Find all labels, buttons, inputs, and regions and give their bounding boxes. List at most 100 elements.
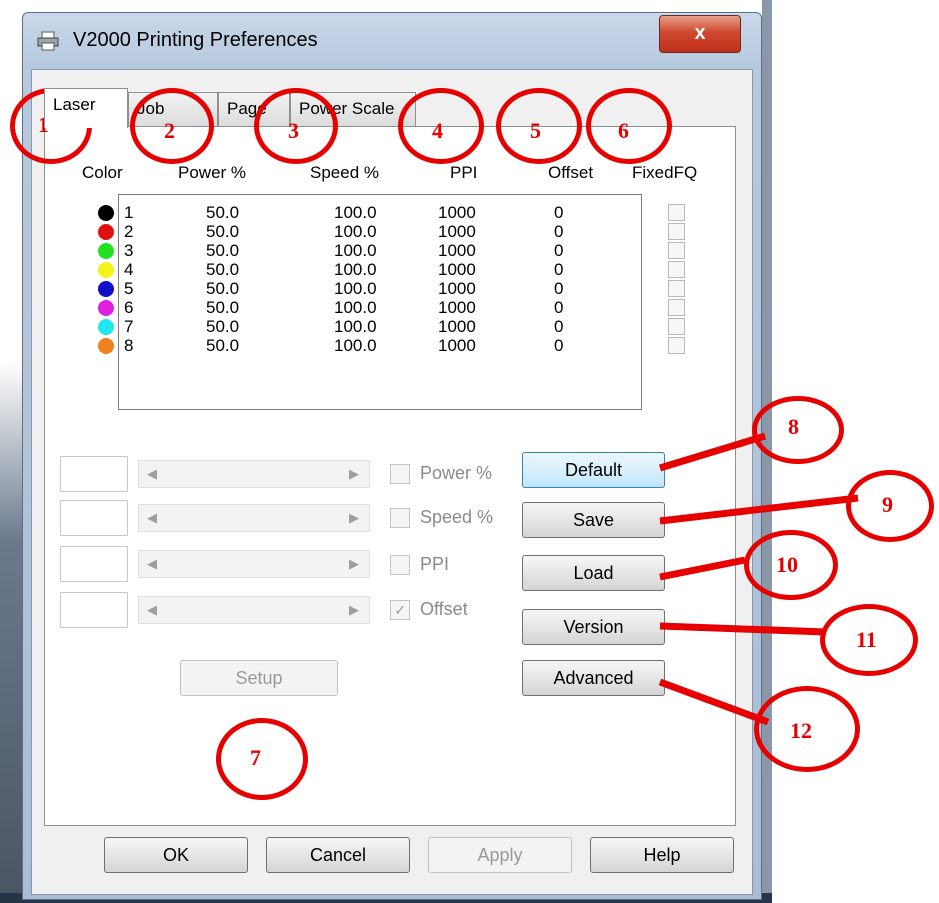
- table-row[interactable]: 2 50.0 100.0 1000 0: [0, 222, 700, 241]
- slider-right-arrow-icon[interactable]: ▶: [349, 602, 359, 618]
- close-button[interactable]: x: [659, 15, 741, 53]
- ppi-checkbox-label: PPI: [420, 554, 450, 574]
- row-offset: 0: [554, 260, 564, 279]
- help-button[interactable]: Help: [590, 837, 734, 873]
- slider-left-arrow-icon[interactable]: ◀: [147, 556, 157, 572]
- speed-checkbox-label: Speed %: [420, 507, 494, 527]
- row-power: 50.0: [206, 203, 240, 222]
- table-row[interactable]: 5 50.0 100.0 1000 0: [0, 279, 700, 298]
- fixedfq-checkbox[interactable]: [668, 337, 685, 354]
- row-number: 3: [124, 241, 134, 260]
- offset-value-field[interactable]: [60, 592, 128, 628]
- load-button[interactable]: Load: [522, 555, 665, 591]
- annotation-number-7: 7: [250, 745, 261, 770]
- annotation-number-8: 8: [788, 414, 799, 439]
- row-offset: 0: [554, 317, 564, 336]
- row-offset: 0: [554, 222, 564, 241]
- version-button[interactable]: Version: [522, 609, 665, 645]
- annotation-number-10: 10: [776, 552, 798, 577]
- apply-button[interactable]: Apply: [428, 837, 572, 873]
- row-offset: 0: [554, 203, 564, 222]
- row-ppi: 1000: [438, 260, 476, 279]
- speed-slider[interactable]: ◀ ▶: [138, 504, 370, 532]
- row-power: 50.0: [206, 336, 240, 355]
- row-ppi: 1000: [438, 203, 476, 222]
- power-value-field[interactable]: [60, 456, 128, 492]
- ppi-value-field[interactable]: [60, 546, 128, 582]
- row-number: 7: [124, 317, 134, 336]
- row-offset: 0: [554, 336, 564, 355]
- table-row[interactable]: 1 50.0 100.0 1000 0: [0, 203, 700, 222]
- ok-button[interactable]: OK: [104, 837, 248, 873]
- table-row[interactable]: 4 50.0 100.0 1000 0: [0, 260, 700, 279]
- slider-left-arrow-icon[interactable]: ◀: [147, 602, 157, 618]
- row-ppi: 1000: [438, 279, 476, 298]
- row-speed: 100.0: [334, 336, 377, 355]
- cancel-button[interactable]: Cancel: [266, 837, 410, 873]
- row-speed: 100.0: [334, 298, 377, 317]
- power-checkbox-label: Power %: [420, 463, 493, 483]
- row-speed: 100.0: [334, 279, 377, 298]
- header-color: Color: [82, 163, 123, 182]
- row-offset: 0: [554, 298, 564, 317]
- fixedfq-checkbox[interactable]: [668, 299, 685, 316]
- row-ppi: 1000: [438, 336, 476, 355]
- header-fixedfq: FixedFQ: [632, 163, 698, 182]
- speed-checkbox[interactable]: [390, 508, 410, 528]
- annotation-circle-7: [216, 718, 308, 800]
- row-power: 50.0: [206, 279, 240, 298]
- row-number: 8: [124, 336, 134, 355]
- row-speed: 100.0: [334, 203, 377, 222]
- fixedfq-checkbox[interactable]: [668, 242, 685, 259]
- annotation-number-3: 3: [288, 118, 299, 143]
- row-ppi: 1000: [438, 222, 476, 241]
- table-row[interactable]: 7 50.0 100.0 1000 0: [0, 317, 700, 336]
- row-power: 50.0: [206, 260, 240, 279]
- row-number: 1: [124, 203, 134, 222]
- row-power: 50.0: [206, 222, 240, 241]
- row-offset: 0: [554, 241, 564, 260]
- default-button[interactable]: Default: [522, 452, 665, 488]
- offset-slider[interactable]: ◀ ▶: [138, 596, 370, 624]
- row-ppi: 1000: [438, 298, 476, 317]
- row-number: 6: [124, 298, 134, 317]
- fixedfq-checkbox[interactable]: [668, 280, 685, 297]
- fixedfq-checkbox[interactable]: [668, 261, 685, 278]
- table-row[interactable]: 8 50.0 100.0 1000 0: [0, 336, 700, 355]
- table-row[interactable]: 3 50.0 100.0 1000 0: [0, 241, 700, 260]
- annotation-number-2: 2: [164, 118, 175, 143]
- fixedfq-checkbox[interactable]: [668, 204, 685, 221]
- setup-button[interactable]: Setup: [180, 660, 338, 696]
- advanced-button[interactable]: Advanced: [522, 660, 665, 696]
- row-speed: 100.0: [334, 260, 377, 279]
- ppi-checkbox[interactable]: [390, 555, 410, 575]
- slider-right-arrow-icon[interactable]: ▶: [349, 556, 359, 572]
- row-power: 50.0: [206, 317, 240, 336]
- save-button[interactable]: Save: [522, 502, 665, 538]
- printer-icon: [37, 31, 59, 51]
- fixedfq-checkbox[interactable]: [668, 223, 685, 240]
- slider-left-arrow-icon[interactable]: ◀: [147, 510, 157, 526]
- fixedfq-checkbox[interactable]: [668, 318, 685, 335]
- power-checkbox[interactable]: [390, 464, 410, 484]
- row-number: 4: [124, 260, 134, 279]
- annotation-circle-6: [586, 88, 672, 164]
- offset-checkbox-label: Offset: [420, 599, 468, 619]
- row-offset: 0: [554, 279, 564, 298]
- header-offset: Offset: [548, 163, 594, 182]
- annotation-number-5: 5: [530, 118, 541, 143]
- slider-right-arrow-icon[interactable]: ▶: [349, 466, 359, 482]
- row-ppi: 1000: [438, 241, 476, 260]
- header-speed: Speed %: [310, 163, 379, 182]
- annotation-number-11: 11: [856, 627, 877, 652]
- power-slider[interactable]: ◀ ▶: [138, 460, 370, 488]
- offset-checkbox[interactable]: ✓: [390, 600, 410, 620]
- slider-left-arrow-icon[interactable]: ◀: [147, 466, 157, 482]
- tab-laser[interactable]: Laser: [44, 88, 128, 128]
- speed-value-field[interactable]: [60, 500, 128, 536]
- ppi-slider[interactable]: ◀ ▶: [138, 550, 370, 578]
- row-speed: 100.0: [334, 317, 377, 336]
- table-row[interactable]: 6 50.0 100.0 1000 0: [0, 298, 700, 317]
- slider-right-arrow-icon[interactable]: ▶: [349, 510, 359, 526]
- annotation-number-12: 12: [790, 718, 812, 743]
